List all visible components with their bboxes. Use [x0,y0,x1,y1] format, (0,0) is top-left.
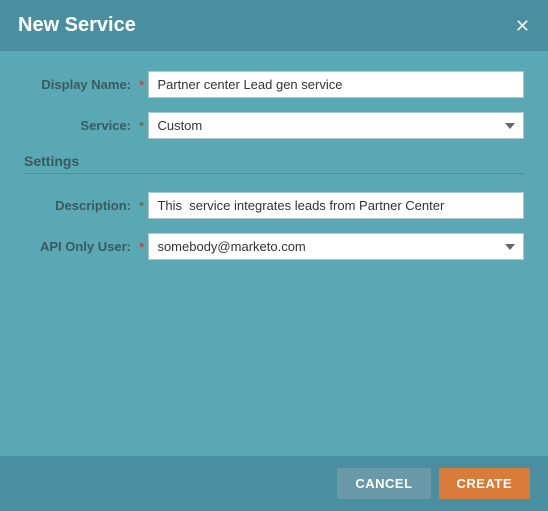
dialog-body: Display Name: * Service: * Custom Settin… [0,51,548,456]
display-name-label: Display Name: [24,77,139,92]
dialog-header: New Service ✕ [0,0,548,51]
create-button[interactable]: CREATE [439,468,530,499]
settings-title: Settings [24,153,524,169]
service-row: Service: * Custom [24,112,524,139]
description-row: Description: * [24,192,524,219]
api-user-select[interactable]: somebody@marketo.com [148,233,524,260]
display-name-required: * [139,77,144,93]
service-select[interactable]: Custom [148,112,524,139]
description-input-wrap: * [139,192,524,219]
dialog-title: New Service [18,14,136,37]
settings-divider [24,173,524,174]
dialog-footer: CANCEL CREATE [0,456,548,511]
service-input-wrap: * Custom [139,112,524,139]
cancel-button[interactable]: CANCEL [337,468,430,499]
api-user-required: * [139,239,144,255]
api-user-label: API Only User: [24,239,139,254]
description-input[interactable] [148,192,524,219]
api-user-input-wrap: * somebody@marketo.com [139,233,524,260]
display-name-input[interactable] [148,71,524,98]
description-required: * [139,198,144,214]
service-required: * [139,118,144,134]
display-name-input-wrap: * [139,71,524,98]
new-service-dialog: New Service ✕ Display Name: * Service: *… [0,0,548,511]
description-label: Description: [24,198,139,213]
close-button[interactable]: ✕ [515,17,530,35]
api-user-row: API Only User: * somebody@marketo.com [24,233,524,260]
service-label: Service: [24,118,139,133]
display-name-row: Display Name: * [24,71,524,98]
settings-section: Settings [24,153,524,188]
